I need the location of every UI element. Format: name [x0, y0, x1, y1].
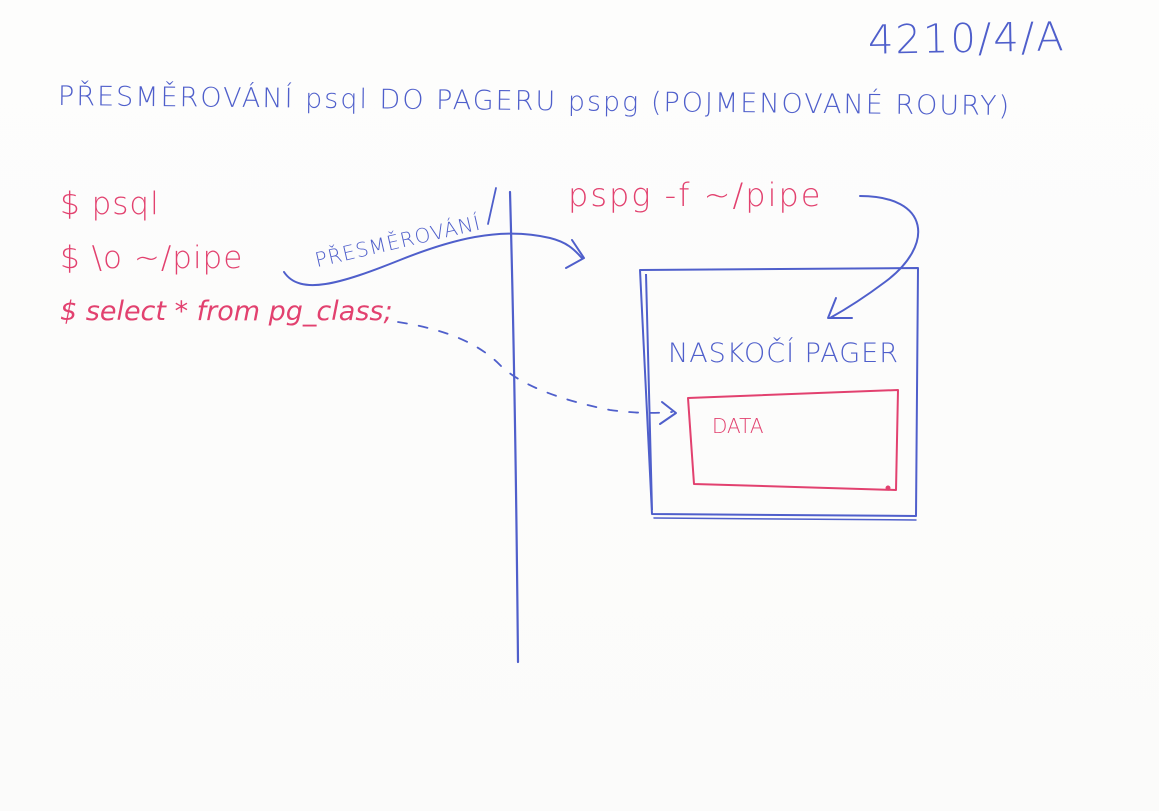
pager-box-inner-edge: [653, 517, 917, 521]
command-pspg: pspg -f ~/pipe: [568, 176, 823, 214]
data-box: [687, 389, 899, 491]
redirect-tick: [487, 187, 497, 225]
command-select: $ select * from pg_class;: [60, 296, 393, 327]
pager-label: NASKOČÍ PAGER: [668, 338, 899, 369]
pager-box: [639, 267, 919, 517]
data-label: DATA: [712, 414, 764, 438]
divider-line: [508, 190, 520, 664]
data-box-dot: [885, 485, 891, 491]
redirect-arrow-head: [565, 239, 585, 269]
select-to-data-dashed-arrow: [397, 321, 673, 414]
pspg-to-pager-arrow: [829, 195, 920, 319]
sheet-id: 4210/4/A: [867, 14, 1066, 64]
command-redirect-output: $ \o ~/pipe: [60, 240, 244, 276]
command-psql: $ psql: [60, 186, 160, 222]
select-to-data-arrow-head: [659, 401, 677, 425]
